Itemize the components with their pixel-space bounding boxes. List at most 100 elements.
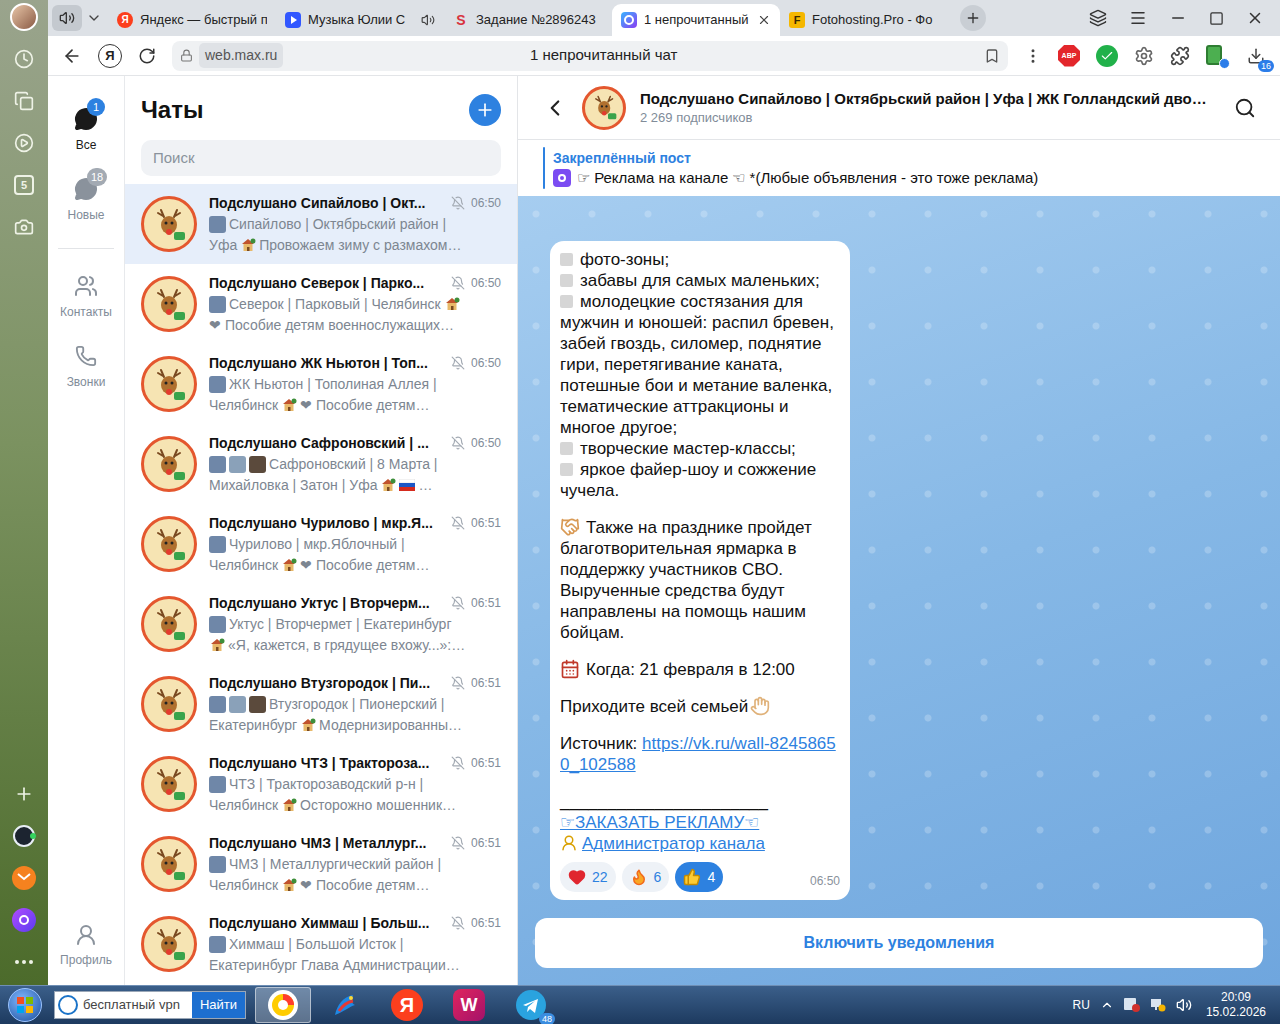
media-icon[interactable] [14, 133, 34, 153]
message-link[interactable]: Администратор канала [560, 833, 840, 854]
reaction-chip[interactable]: 6 [622, 862, 670, 892]
new-chat-button[interactable] [469, 94, 501, 126]
mail-icon[interactable] [12, 866, 36, 890]
channel-avatar-icon [141, 196, 197, 252]
close-window-icon[interactable] [1246, 9, 1264, 27]
chat-row[interactable]: Подслушано Северок | Парко...06:50Северо… [125, 264, 517, 344]
sound-button[interactable] [52, 5, 82, 31]
taskbar-search[interactable]: бесплатный vpnНайти [54, 991, 246, 1019]
chat-row[interactable]: Подслушано ЖК Ньютон | Топ...06:50ЖК Нью… [125, 344, 517, 424]
nav-item[interactable]: 18Новые [53, 172, 119, 228]
browser-tab[interactable]: FFotohosting.Pro - Фо [780, 4, 948, 36]
add-icon[interactable] [14, 784, 34, 804]
adblock-extension[interactable]: ABP [1058, 45, 1080, 67]
restore-icon[interactable] [1209, 11, 1224, 26]
pinned-post-icon [553, 169, 571, 187]
chat-row[interactable]: Подслушано ЧМЗ | Металлург...06:51ЧМЗ | … [125, 824, 517, 904]
downloads-button[interactable]: 16 [1244, 44, 1268, 68]
browser-tab[interactable]: SЗадание №2896243 [444, 4, 612, 36]
start-button[interactable] [0, 986, 50, 1024]
reaction-chip[interactable]: 22 [560, 862, 616, 892]
plus-icon [475, 100, 495, 120]
chat-row[interactable]: Подслушано Сипайлово | Окт...06:50Сипайл… [125, 184, 517, 264]
address-field[interactable]: web.max.ru1 непрочитанный чат [172, 41, 1008, 71]
chat-row[interactable]: Подслушано Сафроновский | ...06:50Сафрон… [125, 424, 517, 504]
audio-playing-icon[interactable] [421, 13, 435, 27]
message-text: Также на празднике пройдет благотворител… [560, 517, 840, 643]
preview-thumbnail [209, 696, 226, 713]
extensions-icon[interactable] [1170, 46, 1190, 66]
chat-row[interactable]: Подслушано Уктус | Вторчерм...06:51Уктус… [125, 584, 517, 664]
search-icon[interactable] [1234, 97, 1256, 119]
screenshot-icon[interactable] [14, 217, 34, 237]
taskbar-app[interactable]: Я [379, 987, 435, 1023]
chat-row[interactable]: Подслушано Втузгородок | Пи...06:51Втузг… [125, 664, 517, 744]
sync-extension[interactable] [1206, 45, 1228, 67]
taskbar-app[interactable]: 48 [503, 987, 559, 1023]
profile-button[interactable]: Профиль [60, 923, 112, 969]
muted-icon [451, 276, 465, 290]
browser-tab[interactable]: ЯЯндекс — быстрый п [108, 4, 276, 36]
gear-extension-icon[interactable] [1134, 46, 1154, 66]
collections-icon[interactable] [14, 91, 34, 111]
history-icon[interactable] [14, 49, 34, 69]
muted-icon [451, 756, 465, 770]
new-tab-button[interactable] [960, 5, 986, 31]
profile-avatar-icon[interactable] [10, 3, 38, 31]
chat-list-panel: ЧатыПоискПодслушано Сипайлово | Окт...06… [125, 76, 518, 985]
flag-icon [399, 479, 415, 491]
chat-row[interactable]: Подслушано Химмаш | Больш...06:51Химмаш … [125, 904, 517, 984]
nav-item[interactable]: 1Все [53, 102, 119, 158]
contacts-icon [74, 274, 98, 298]
windows-logo-icon [16, 996, 34, 1014]
action-center-icon[interactable] [1124, 998, 1140, 1012]
yandex-button[interactable]: Я [98, 44, 122, 68]
nav-item[interactable]: Контакты [53, 269, 119, 325]
message-link[interactable]: ☞ЗАКАЗАТЬ РЕКЛАМУ☜ [560, 812, 840, 833]
minimize-icon[interactable] [1169, 9, 1187, 27]
language-indicator[interactable]: RU [1073, 996, 1090, 1014]
page-menu-icon[interactable] [1024, 47, 1042, 65]
nav-item[interactable]: Звонки [53, 339, 119, 395]
tray-expand-icon[interactable] [1100, 998, 1114, 1012]
muted-icon [451, 436, 465, 450]
source-link[interactable]: https://vk.ru/wall-82458650_102588 [560, 734, 836, 774]
counter-icon[interactable]: 5 [14, 175, 34, 195]
bookmark-icon[interactable] [984, 48, 1000, 64]
close-tab-icon[interactable] [757, 13, 771, 27]
chat-row[interactable]: Подслушано ЧТЗ | Трактороза...06:51ЧТЗ |… [125, 744, 517, 824]
clock[interactable]: 20:0915.02.2026 [1206, 990, 1266, 1020]
enable-notifications-button[interactable]: Включить уведомления [535, 918, 1263, 968]
muted-icon [451, 196, 465, 210]
channel-avatar-icon [141, 836, 197, 892]
preview-thumbnail [249, 456, 266, 473]
search-field[interactable]: Поиск [141, 140, 501, 176]
tabs-dropdown-icon[interactable] [86, 10, 102, 26]
tabs-overview-icon[interactable] [1089, 9, 1107, 27]
reload-icon[interactable] [138, 47, 156, 65]
check-extension-icon[interactable] [1096, 45, 1118, 67]
house-icon [281, 557, 297, 573]
volume-icon[interactable] [1176, 997, 1192, 1013]
browser-tab[interactable]: Музыка Юлии С [276, 4, 444, 36]
taskbar-app[interactable]: W [441, 987, 497, 1023]
address-bar: Яweb.max.ru1 непрочитанный чат ABP 16 [48, 36, 1280, 76]
back-icon[interactable] [62, 46, 82, 66]
assistant-icon[interactable] [13, 825, 35, 847]
site-favicon-icon: F [789, 12, 805, 28]
reaction-chip[interactable]: 4 [675, 862, 723, 892]
pinned-post[interactable]: Закреплённый пост☞ Реклама на канале ☜ *… [518, 140, 1280, 196]
back-icon[interactable] [542, 95, 568, 121]
taskbar-app[interactable] [317, 987, 373, 1023]
preview-thumbnail [209, 856, 226, 873]
taskbar-app[interactable] [255, 987, 311, 1023]
search-submit-button[interactable]: Найти [192, 992, 245, 1018]
browser-tab[interactable]: 1 непрочитанный [612, 4, 780, 36]
chat-row[interactable]: Подслушано Чурилово | мкр.Я...06:51Чурил… [125, 504, 517, 584]
message-text: Когда: 21 февраля в 12:00 [560, 659, 840, 680]
message-source: Источник: https://vk.ru/wall-82458650_10… [560, 733, 840, 775]
message-bullet: творческие мастер-классы; [560, 438, 840, 459]
alice-icon[interactable] [12, 908, 36, 932]
menu-icon[interactable] [1129, 9, 1147, 27]
more-icon[interactable] [15, 960, 33, 964]
